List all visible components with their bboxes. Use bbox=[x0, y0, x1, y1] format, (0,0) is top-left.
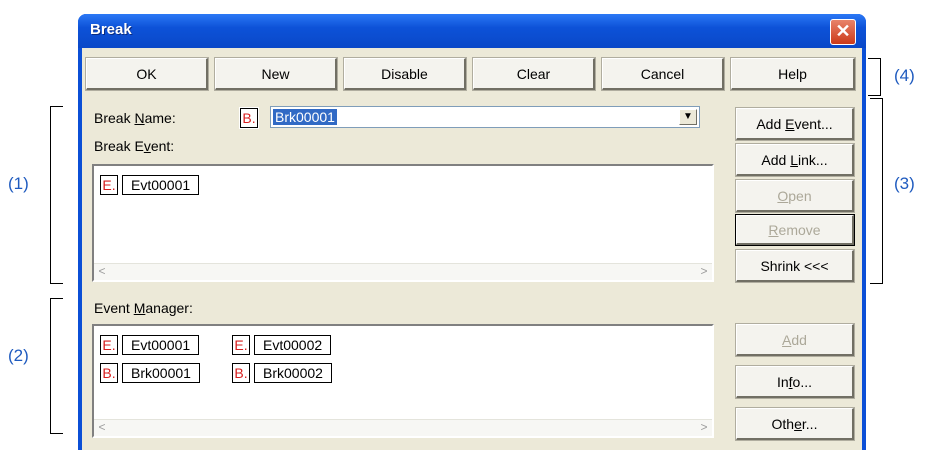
list-item[interactable]: E. Evt00001 bbox=[99, 334, 200, 356]
window-title: Break bbox=[90, 21, 132, 38]
bracket-2 bbox=[50, 298, 63, 434]
break-event-list[interactable]: E. Evt00001 < > bbox=[92, 164, 714, 282]
add-event-button[interactable]: Add Event... bbox=[735, 107, 855, 141]
break-icon: B. bbox=[239, 107, 259, 129]
scroll-left-icon[interactable]: < bbox=[94, 420, 110, 435]
break-event-label: Break Event: bbox=[94, 138, 175, 154]
event-manager-list[interactable]: E. Evt00001 E. Evt00002 B. Brk00001 B. B… bbox=[92, 324, 714, 438]
new-button[interactable]: New bbox=[214, 57, 338, 91]
horizontal-scrollbar[interactable]: < > bbox=[94, 419, 712, 436]
list-item[interactable]: E. Evt00002 bbox=[231, 334, 332, 356]
annotation-1: (1) bbox=[8, 174, 29, 193]
remove-button[interactable]: Remove bbox=[735, 214, 855, 246]
chevron-down-icon[interactable]: ▼ bbox=[679, 109, 697, 125]
event-name: Evt00002 bbox=[254, 335, 332, 355]
break-name-combo[interactable]: Brk00001 ▼ bbox=[270, 106, 700, 128]
event-icon: E. bbox=[99, 174, 119, 196]
break-icon: B. bbox=[99, 362, 119, 384]
scroll-left-icon[interactable]: < bbox=[94, 264, 110, 279]
event-manager-label: Event Manager: bbox=[94, 300, 193, 316]
break-name: Brk00002 bbox=[254, 363, 332, 383]
bracket-4 bbox=[868, 58, 881, 96]
event-name: Evt00001 bbox=[122, 175, 200, 195]
title-bar[interactable]: Break ✕ bbox=[78, 14, 866, 48]
list-item[interactable]: B. Brk00002 bbox=[231, 362, 332, 384]
break-name-value: Brk00001 bbox=[273, 109, 337, 125]
scroll-right-icon[interactable]: > bbox=[696, 264, 712, 279]
list-item[interactable]: B. Brk00001 bbox=[99, 362, 200, 384]
annotation-2: (2) bbox=[8, 346, 29, 365]
disable-button[interactable]: Disable bbox=[343, 57, 467, 91]
event-icon: E. bbox=[99, 334, 119, 356]
horizontal-scrollbar[interactable]: < > bbox=[94, 263, 712, 280]
event-name: Evt00001 bbox=[122, 335, 200, 355]
break-name: Brk00001 bbox=[122, 363, 200, 383]
open-button[interactable]: Open bbox=[735, 179, 855, 213]
event-icon: E. bbox=[231, 334, 251, 356]
shrink-button[interactable]: Shrink <<< bbox=[735, 249, 855, 283]
annotation-4: (4) bbox=[894, 66, 915, 85]
close-icon[interactable]: ✕ bbox=[830, 19, 856, 45]
list-item[interactable]: E. Evt00001 bbox=[99, 174, 200, 196]
clear-button[interactable]: Clear bbox=[472, 57, 596, 91]
scroll-right-icon[interactable]: > bbox=[696, 420, 712, 435]
annotation-3: (3) bbox=[894, 174, 915, 193]
bracket-3 bbox=[870, 98, 883, 284]
bracket-1 bbox=[50, 106, 63, 284]
other-button[interactable]: Other... bbox=[735, 407, 855, 441]
add-link-button[interactable]: Add Link... bbox=[735, 143, 855, 177]
info-button[interactable]: Info... bbox=[735, 365, 855, 399]
cancel-button[interactable]: Cancel bbox=[601, 57, 725, 91]
break-icon: B. bbox=[231, 362, 251, 384]
ok-button[interactable]: OK bbox=[85, 57, 209, 91]
help-button[interactable]: Help bbox=[730, 57, 856, 91]
add-button[interactable]: Add bbox=[735, 323, 855, 357]
break-name-label: Break Name: bbox=[94, 110, 176, 126]
